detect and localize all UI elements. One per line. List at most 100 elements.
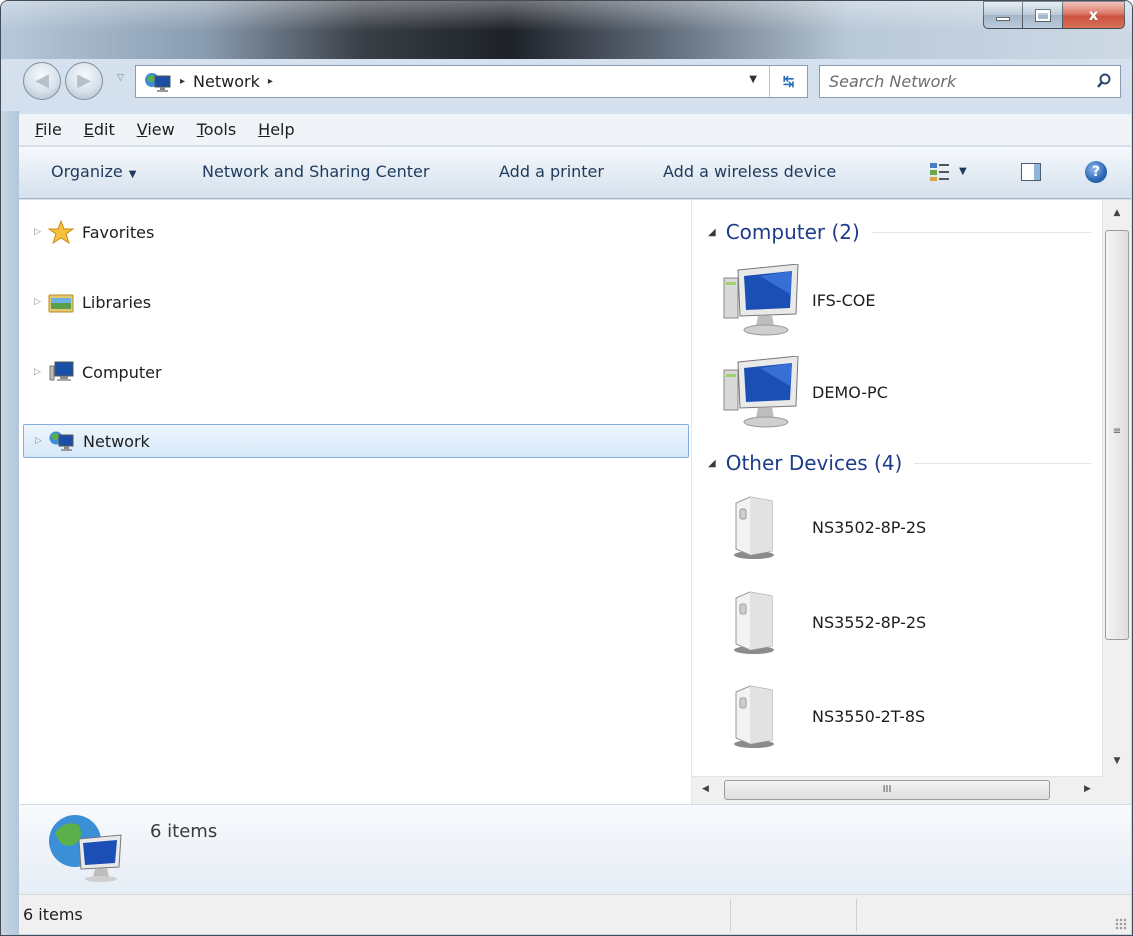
list-item[interactable]: NS3502-8P-2S xyxy=(720,487,1080,567)
menu-help[interactable]: Help xyxy=(258,120,294,139)
help-icon[interactable]: ? xyxy=(1085,161,1107,183)
command-bar: Organize ▼ Network and Sharing Center Add… xyxy=(19,147,1131,199)
status-bar: 6 items xyxy=(19,894,1131,934)
grip-icon: ≡ xyxy=(1112,426,1122,437)
explorer-window: x ◀ ▶ ▽ ▸ Network ▸ ▼ ↹ Search Network F… xyxy=(0,0,1133,936)
status-divider xyxy=(856,899,857,931)
group-title: Other Devices (4) xyxy=(725,451,903,475)
expand-arrow-icon[interactable]: ▷ xyxy=(35,436,49,446)
expand-arrow-icon[interactable]: ▷ xyxy=(34,227,48,237)
item-label: NS3552-8P-2S xyxy=(812,612,927,632)
item-label: NS3502-8P-2S xyxy=(812,517,927,537)
network-icon xyxy=(45,811,125,883)
address-bar[interactable]: ▸ Network ▸ ▼ ↹ xyxy=(135,65,808,98)
status-divider xyxy=(730,899,731,931)
item-label: DEMO-PC xyxy=(812,382,888,402)
libraries-icon xyxy=(48,290,74,314)
item-label: IFS-COE xyxy=(812,290,876,310)
caption-buttons: x xyxy=(983,1,1125,31)
refresh-icon: ↹ xyxy=(782,73,795,90)
change-view-icon[interactable] xyxy=(929,162,951,182)
grip-icon: III xyxy=(882,784,892,795)
close-icon: x xyxy=(1088,6,1099,24)
vertical-scrollbar[interactable]: ▲ ≡ ▼ xyxy=(1102,200,1131,776)
sidebar-item-computer[interactable]: ▷ Computer xyxy=(23,355,689,389)
navigation-pane: ▷ Favorites ▷ Libraries ▷ Computer ▷ Net… xyxy=(19,200,691,804)
scroll-left-icon[interactable]: ◀ xyxy=(702,784,709,794)
list-item[interactable]: IFS-COE xyxy=(720,260,1080,340)
group-divider xyxy=(914,462,1092,464)
sidebar-item-label: Computer xyxy=(82,362,162,382)
status-item-count: 6 items xyxy=(23,905,83,924)
network-sharing-center-button[interactable]: Network and Sharing Center xyxy=(202,162,429,181)
list-item[interactable]: NS3550-2T-8S xyxy=(720,676,1080,756)
search-icon[interactable] xyxy=(1096,73,1112,89)
menu-edit[interactable]: Edit xyxy=(84,120,115,139)
sidebar-item-libraries[interactable]: ▷ Libraries xyxy=(23,285,689,319)
maximize-icon xyxy=(1034,8,1051,22)
sidebar-item-network[interactable]: ▷ Network xyxy=(23,424,689,458)
minimize-icon xyxy=(996,17,1010,21)
device-icon xyxy=(720,586,800,658)
breadcrumb-separator[interactable]: ▸ xyxy=(268,76,273,87)
group-header-other-devices[interactable]: ◢ Other Devices (4) xyxy=(708,448,1092,478)
minimize-button[interactable] xyxy=(983,1,1023,29)
menu-tools[interactable]: Tools xyxy=(197,120,236,139)
recent-pages-dropdown[interactable]: ▽ xyxy=(117,73,124,83)
horizontal-scroll-thumb[interactable]: III xyxy=(724,780,1050,800)
sidebar-item-label: Favorites xyxy=(82,222,155,242)
preview-pane-icon[interactable] xyxy=(1021,163,1041,181)
vertical-scroll-thumb[interactable]: ≡ xyxy=(1105,230,1129,640)
maximize-button[interactable] xyxy=(1023,1,1063,29)
group-divider xyxy=(871,231,1092,233)
chevron-down-icon: ▼ xyxy=(128,169,137,180)
computer-icon xyxy=(720,355,800,428)
menu-view[interactable]: View xyxy=(137,120,175,139)
star-icon xyxy=(47,219,75,245)
computer-icon xyxy=(720,263,800,336)
computer-icon xyxy=(48,360,74,384)
item-label: NS3550-2T-8S xyxy=(812,706,926,726)
sidebar-item-label: Network xyxy=(83,431,150,451)
expand-arrow-icon[interactable]: ▷ xyxy=(34,297,48,307)
scroll-down-icon[interactable]: ▼ xyxy=(1103,756,1131,766)
back-arrow-icon: ◀ xyxy=(35,70,49,91)
list-item[interactable]: DEMO-PC xyxy=(720,352,1080,432)
add-printer-button[interactable]: Add a printer xyxy=(499,162,604,181)
list-item[interactable]: NS3552-8P-2S xyxy=(720,582,1080,662)
menu-file[interactable]: File xyxy=(35,120,62,139)
scroll-right-icon[interactable]: ▶ xyxy=(1084,784,1091,794)
group-header-computer[interactable]: ◢ Computer (2) xyxy=(708,217,1092,247)
forward-arrow-icon: ▶ xyxy=(77,70,91,91)
device-icon xyxy=(720,680,800,752)
details-item-count: 6 items xyxy=(150,821,218,842)
collapse-group-icon[interactable]: ◢ xyxy=(708,227,716,238)
collapse-group-icon[interactable]: ◢ xyxy=(708,458,716,469)
add-wireless-device-button[interactable]: Add a wireless device xyxy=(663,162,836,181)
content-pane: ◢ Computer (2) IFS-COE DEMO-PC ◢ Other D… xyxy=(692,200,1102,804)
navigation-row: ◀ ▶ ▽ ▸ Network ▸ ▼ ↹ xyxy=(1,59,1132,111)
title-bar[interactable]: x xyxy=(1,1,1132,59)
back-button[interactable]: ◀ xyxy=(23,62,61,100)
refresh-button[interactable]: ↹ xyxy=(769,66,807,97)
scroll-corner xyxy=(1102,776,1131,804)
details-pane: 6 items xyxy=(19,804,1131,894)
organize-button[interactable]: Organize ▼ xyxy=(51,162,136,181)
horizontal-scrollbar[interactable]: ◀ III ▶ xyxy=(692,776,1102,804)
search-input[interactable] xyxy=(829,72,1079,91)
address-dropdown-icon[interactable]: ▼ xyxy=(749,74,757,85)
group-title: Computer (2) xyxy=(725,220,860,244)
search-box[interactable] xyxy=(819,65,1121,98)
sidebar-item-favorites[interactable]: ▷ Favorites xyxy=(23,215,689,249)
menu-bar: File Edit View Tools Help xyxy=(19,114,1131,146)
breadcrumb-separator[interactable]: ▸ xyxy=(180,76,185,87)
device-icon xyxy=(720,491,800,563)
forward-button[interactable]: ▶ xyxy=(65,62,103,100)
expand-arrow-icon[interactable]: ▷ xyxy=(34,367,48,377)
view-options-dropdown[interactable]: ▼ xyxy=(959,166,967,177)
resize-grip-icon[interactable] xyxy=(1115,918,1127,930)
network-icon xyxy=(144,71,172,93)
close-button[interactable]: x xyxy=(1063,1,1125,29)
breadcrumb-network[interactable]: Network xyxy=(193,72,260,91)
scroll-up-icon[interactable]: ▲ xyxy=(1103,208,1131,218)
